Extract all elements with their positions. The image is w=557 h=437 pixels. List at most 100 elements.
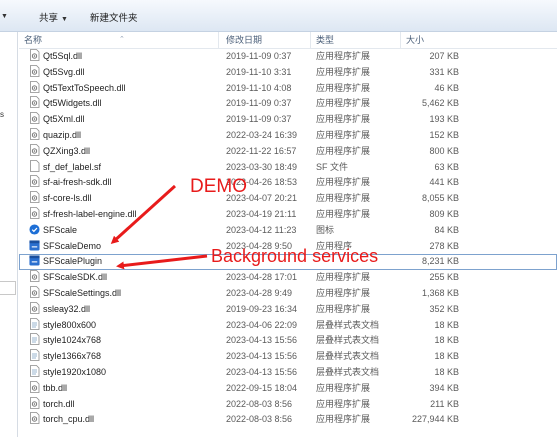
file-row[interactable]: quazip.dll 2022-03-24 16:39 应用程序扩展 152 KB [19,128,557,144]
file-date: 2022-09-15 18:04 [226,382,298,393]
file-name-cell: Qt5Svg.dll [29,64,219,81]
file-size: 211 KB [430,398,459,409]
file-type: SF 文件 [316,161,349,172]
file-type: 图标 [316,224,335,235]
file-size: 278 KB [429,240,459,251]
file-size: 193 KB [429,114,459,125]
dll-icon [29,380,40,393]
file-size: 18 KB [434,351,459,362]
file-type: 应用程序扩展 [316,287,371,298]
app-icon [29,255,40,267]
command-bar: 组织▼ 共享▼ 新建文件夹 [0,0,557,32]
file-name-cell: style800x600 [29,317,219,334]
column-header-row: 名称 ⌃ 修改日期 类型 大小 [19,32,557,49]
file-name: sf-ai-fresh-sdk.dll [43,177,112,188]
file-row[interactable]: SFScaleSettings.dll 2023-04-28 9:49 应用程序扩展… [19,286,557,302]
file-name-cell: Qt5Widgets.dll [29,96,219,112]
file-row[interactable]: style1366x768 2023-04-13 15:56 层叠样式表文档 18 K… [19,349,557,365]
css-icon [29,365,40,377]
file-type: 应用程序扩展 [316,208,371,219]
file-row[interactable]: sf-core-ls.dll 2023-04-07 20:21 应用程序扩展 8,05… [19,191,557,207]
file-size: 207 KB [429,51,459,61]
file-size: 152 KB [429,129,459,140]
file-name: Qt5Xml.dll [43,114,85,125]
file-date: 2019-11-10 3:31 [226,66,292,77]
file-date: 2023-04-12 11:23 [226,224,297,235]
file-date: 2022-11-22 16:57 [226,145,297,156]
file-name: SFScaleDemo [43,240,102,251]
dll-icon [29,128,40,140]
file-name: SFScalePlugin [43,256,103,267]
file-row[interactable]: Qt5TextToSpeech.dll 2019-11-10 4:08 应用程序扩展… [19,80,557,97]
organize-menu[interactable]: 组织▼ [0,10,8,21]
file-name-cell: sf_def_label.sf [29,159,219,176]
dll-icon [29,286,40,298]
file-name: tbb.dll [43,382,68,393]
file-type: 层叠样式表文档 [316,351,380,362]
file-date: 2023-04-13 15:56 [226,351,298,362]
background-services-annotation: Background services [211,246,379,266]
file-name: sf-fresh-label-engine.dll [43,208,137,219]
share-label: 共享 [39,13,59,24]
column-header-name-label: 名称 [24,35,43,45]
file-icon [29,159,40,172]
share-menu[interactable]: 共享 ▼ [39,10,68,24]
file-row[interactable]: ssleay32.dll 2019-09-23 16:34 应用程序扩展 352 KB [19,301,557,318]
chevron-down-icon: ▼ [1,13,8,20]
sort-up-icon: ⌃ [119,36,125,43]
file-list[interactable]: Qt5Sql.dll 2019-11-09 0:37 应用程序扩展 207 KB Qt5… [19,49,557,437]
file-row[interactable]: style1024x768 2023-04-13 15:56 层叠样式表文档 18 K… [19,333,557,349]
file-row[interactable]: sf-ai-fresh-sdk.dll 2023-04-26 18:53 应用程序扩… [19,175,557,191]
file-type: 层叠样式表文档 [316,366,380,377]
file-date: 2023-03-30 18:49 [226,161,298,172]
file-date: 2023-04-06 22:09 [226,319,298,330]
file-row[interactable]: torch_cpu.dll 2022-08-03 8:56 应用程序扩展 227,94… [19,412,557,428]
file-row[interactable]: Qt5Xml.dll 2019-11-09 0:37 应用程序扩展 193 KB [19,112,557,128]
file-size: 800 KB [429,145,459,156]
dll-icon [29,207,40,219]
navigation-pane[interactable]: s [0,32,18,437]
file-type: 应用程序扩展 [316,382,371,393]
file-row[interactable]: tbb.dll 2022-09-15 18:04 应用程序扩展 394 KB [19,380,557,397]
file-row[interactable]: style1920x1080 2023-04-13 15:56 层叠样式表文档 18 … [19,365,557,381]
nav-scroll-box[interactable] [0,281,16,295]
file-name-cell: Qt5Sql.dll [29,49,219,65]
file-row[interactable]: SFScaleSDK.dll 2023-04-28 17:01 应用程序扩展 255 … [19,270,557,286]
file-name-cell: Qt5TextToSpeech.dll [29,80,219,97]
file-size: 18 KB [434,319,459,330]
file-date: 2019-11-09 0:37 [226,114,292,125]
file-type: 应用程序扩展 [316,51,371,61]
file-date: 2019-11-09 0:37 [226,98,292,109]
file-date: 2023-04-13 15:56 [226,366,298,377]
file-name-cell: sf-fresh-label-engine.dll [29,207,219,223]
column-header-type[interactable]: 类型 [311,32,401,49]
file-type: 应用程序扩展 [316,129,371,140]
file-date: 2019-09-23 16:34 [226,303,298,314]
column-header-name[interactable]: 名称 ⌃ [19,32,219,49]
file-row[interactable]: Qt5Svg.dll 2019-11-10 3:31 应用程序扩展 331 KB [19,64,557,81]
file-name: style800x600 [43,319,97,330]
column-header-date[interactable]: 修改日期 [221,32,311,49]
file-name: SFScaleSettings.dll [43,287,122,298]
file-type: 应用程序扩展 [316,193,371,204]
nav-item-fragment[interactable]: s [0,110,4,119]
file-date: 2023-04-13 15:56 [226,335,298,346]
file-row[interactable]: sf-fresh-label-engine.dll 2023-04-19 21:1… [19,207,557,223]
column-header-size[interactable]: 大小 [401,32,471,49]
file-size: 441 KB [429,177,459,188]
new-folder-button[interactable]: 新建文件夹 [90,10,138,24]
file-type: 层叠样式表文档 [316,319,380,330]
file-row[interactable]: style800x600 2023-04-06 22:09 层叠样式表文档 18 KB [19,317,557,334]
file-row[interactable]: torch.dll 2022-08-03 8:56 应用程序扩展 211 KB [19,396,557,413]
file-row[interactable]: SFScale 2023-04-12 11:23 图标 84 KB [19,223,557,239]
file-size: 84 KB [434,224,459,235]
file-size: 8,231 KB [421,256,459,267]
file-type: 层叠样式表文档 [316,335,380,346]
file-row[interactable]: Qt5Widgets.dll 2019-11-09 0:37 应用程序扩展 5,462… [19,96,557,112]
column-header-size-label: 大小 [406,35,425,45]
file-name-cell: tbb.dll [29,380,219,397]
file-row[interactable]: Qt5Sql.dll 2019-11-09 0:37 应用程序扩展 207 KB [19,49,557,65]
file-row[interactable]: QZXing3.dll 2022-11-22 16:57 应用程序扩展 800 KB [19,143,557,160]
file-row[interactable]: sf_def_label.sf 2023-03-30 18:49 SF 文件 63 K… [19,159,557,176]
dll-icon [29,191,40,204]
